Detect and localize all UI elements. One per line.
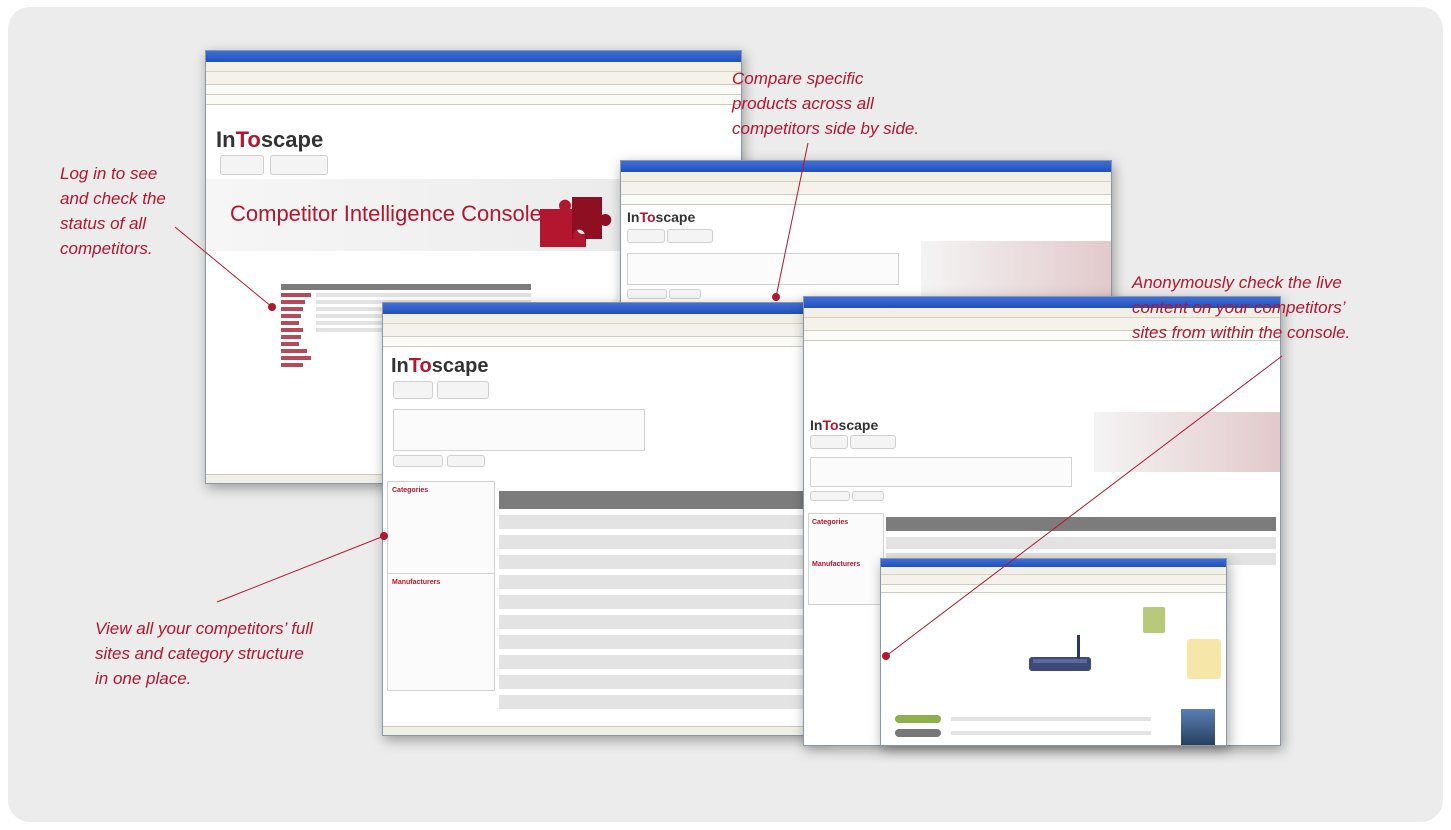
callout-dot-compare [772, 293, 780, 301]
callout-anonymous: Anonymously check the live content on yo… [1132, 273, 1351, 342]
callout-lines [174, 142, 1283, 657]
callout-dot-login [268, 303, 276, 311]
callout-dot-anonymous [882, 652, 890, 660]
callout-dot-view [380, 532, 388, 540]
callout-compare: Compare specific products across all com… [732, 69, 920, 138]
callout-login: Log in to see and check the status of al… [60, 164, 166, 258]
callout-view: View all your competitors’ full sites an… [95, 619, 313, 688]
